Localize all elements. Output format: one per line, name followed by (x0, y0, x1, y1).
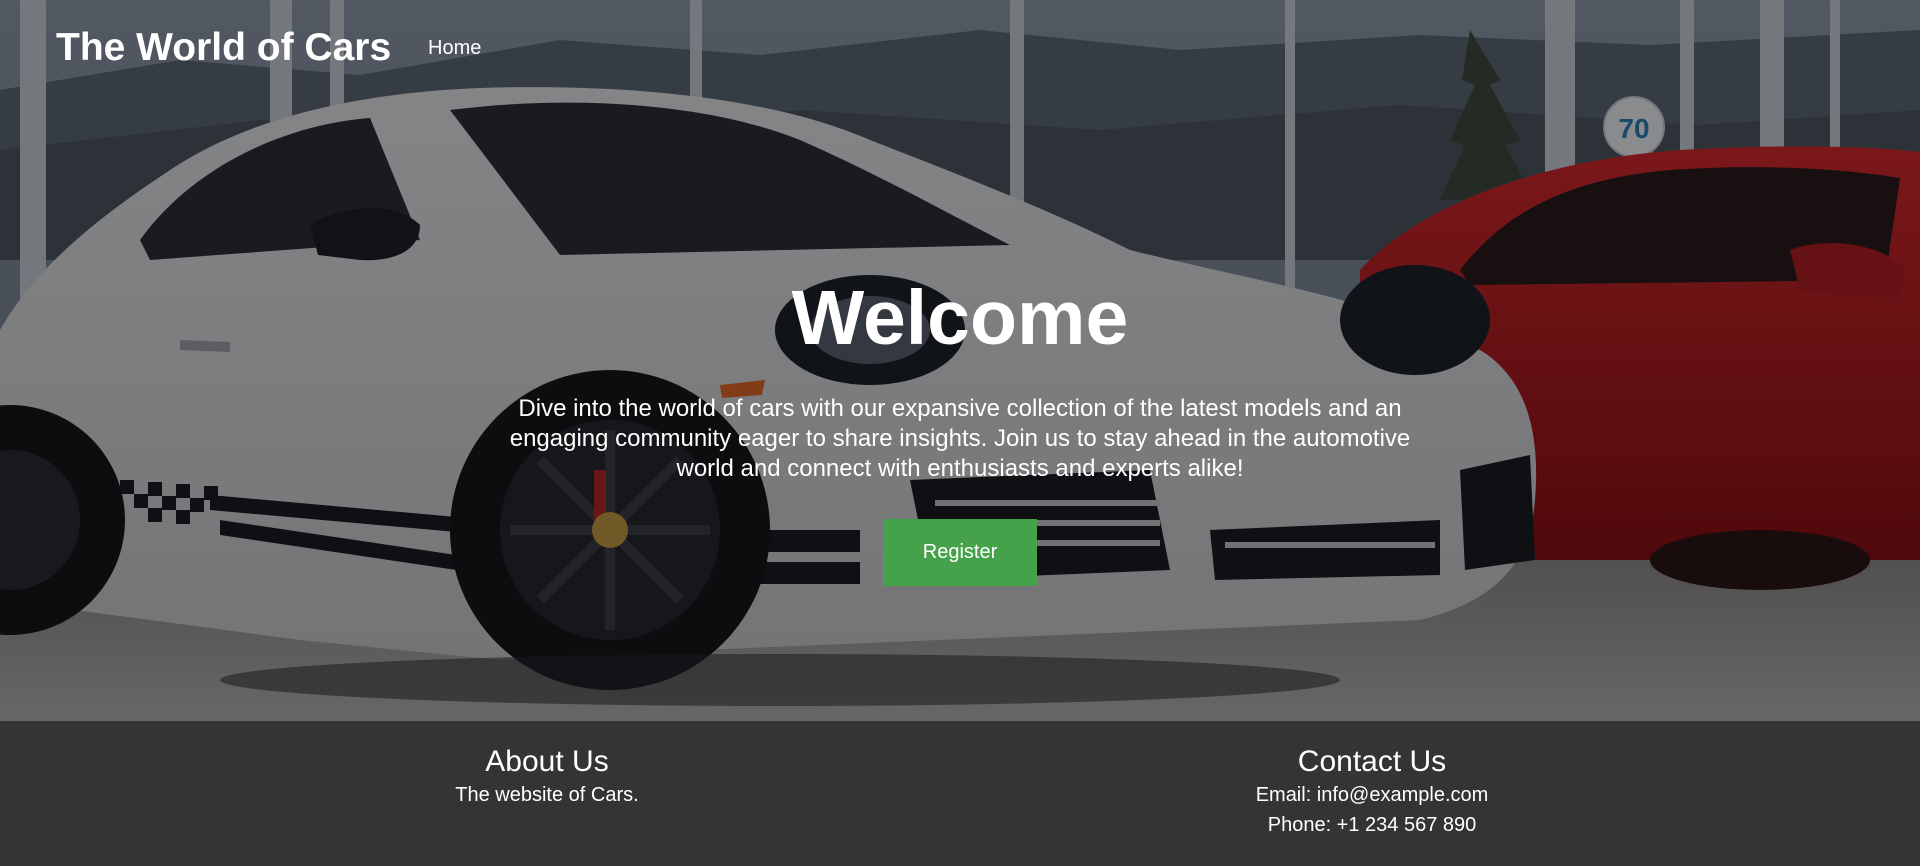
nav-link-home[interactable]: Home (428, 35, 481, 61)
hero-description: Dive into the world of cars with our exp… (509, 395, 1411, 482)
about-us-text: The website of Cars. (455, 784, 639, 806)
footer: About Us The website of Cars. Contact Us… (0, 721, 1920, 866)
register-button[interactable]: Register (883, 519, 1037, 586)
footer-about-section: About Us The website of Cars. (247, 744, 847, 810)
contact-us-heading: Contact Us (1297, 745, 1447, 778)
footer-contact-section: Contact Us Email: info@example.com Phone… (1072, 744, 1672, 840)
about-us-heading: About Us (485, 745, 609, 778)
page: 70 The World of Cars Home Welcome Dive i… (0, 0, 1920, 866)
contact-email: Email: info@example.com (1255, 784, 1489, 806)
site-title[interactable]: The World of Cars (56, 22, 391, 74)
hero-title: Welcome (791, 275, 1129, 361)
hero-section: 70 The World of Cars Home Welcome Dive i… (0, 0, 1920, 721)
contact-phone: Phone: +1 234 567 890 (1267, 814, 1477, 836)
